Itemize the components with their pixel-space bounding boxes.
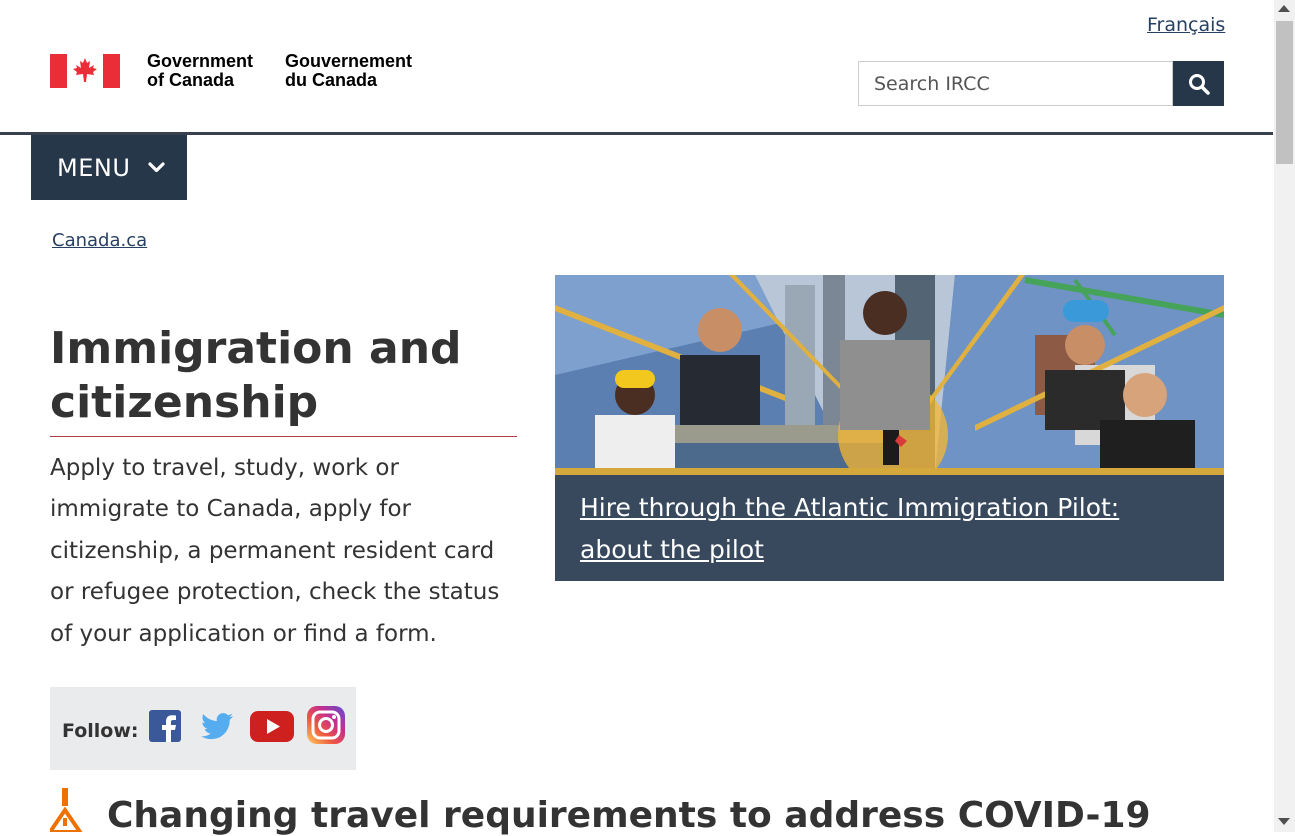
feature-collage-image[interactable] — [555, 275, 1224, 475]
search-button[interactable] — [1173, 61, 1224, 106]
government-signature-en[interactable]: Government of Canada — [147, 52, 253, 90]
breadcrumb-canada-link[interactable]: Canada.ca — [52, 230, 147, 251]
header-divider — [0, 132, 1273, 135]
scroll-down-arrow-icon[interactable] — [1278, 818, 1290, 825]
youtube-icon[interactable] — [249, 707, 295, 745]
signature-fr-line2: du Canada — [285, 70, 378, 90]
signature-fr-line1: Gouvernement — [285, 51, 413, 71]
search-icon — [1188, 73, 1210, 95]
canada-flag-icon — [50, 54, 120, 88]
intro-paragraph: Apply to travel, study, work or immigrat… — [50, 455, 500, 647]
menu-label: MENU — [57, 153, 131, 182]
search-input[interactable] — [858, 61, 1173, 106]
feature-link[interactable]: Hire through the Atlantic Immigration Pi… — [580, 493, 1119, 564]
chevron-down-icon — [148, 161, 165, 174]
page-title: Immigration and citizenship — [50, 323, 462, 428]
scroll-up-arrow-icon[interactable] — [1278, 5, 1290, 12]
follow-label: Follow: — [62, 720, 139, 742]
signature-en-line2: of Canada — [147, 70, 235, 90]
government-signature-fr[interactable]: Gouvernement du Canada — [285, 52, 412, 90]
signature-en-line1: Government — [147, 51, 254, 71]
facebook-icon[interactable] — [146, 707, 184, 745]
feature-caption: Hire through the Atlantic Immigration Pi… — [555, 475, 1224, 581]
language-toggle-link[interactable]: Français — [1147, 14, 1225, 36]
scrollbar-thumb[interactable] — [1276, 21, 1293, 164]
menu-button[interactable]: MENU — [31, 135, 187, 200]
social-follow-box: Follow: — [50, 687, 356, 770]
warning-icon — [50, 788, 83, 832]
instagram-icon[interactable] — [306, 705, 346, 745]
twitter-icon[interactable] — [198, 707, 236, 745]
title-underline — [50, 436, 517, 437]
covid-alert-heading: Changing travel requirements to address … — [107, 795, 1151, 836]
